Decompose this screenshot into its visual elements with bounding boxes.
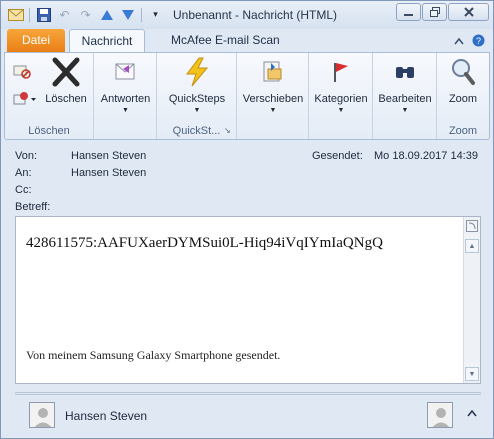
dialog-launcher-icon[interactable]: ↘ <box>224 127 233 136</box>
cleanup-icon[interactable] <box>13 91 37 110</box>
scroll-up-button[interactable]: ▲ <box>465 239 479 253</box>
message-window: ↶ ↷ ▾ Unbenannt - Nachricht (HTML) Datei… <box>0 0 494 439</box>
editing-button[interactable]: Bearbeiten ▼ <box>374 56 436 114</box>
quick-access-toolbar: ↶ ↷ ▾ <box>7 6 164 23</box>
group-delete: Löschen Löschen <box>5 53 94 139</box>
vertical-scrollbar[interactable]: ▲ ▼ <box>463 217 480 383</box>
delete-label: Löschen <box>45 93 87 105</box>
down-arrow-icon[interactable] <box>119 6 136 23</box>
avatar[interactable] <box>29 402 55 428</box>
reply-label: Antworten <box>100 93 151 105</box>
group-quicksteps: QuickSteps ▼ QuickSt... ↘ <box>157 53 237 139</box>
customize-icon[interactable]: ▾ <box>147 6 164 23</box>
from-value[interactable]: Hansen Steven <box>71 150 146 162</box>
zoom-label: Zoom <box>448 93 478 105</box>
editing-dropdown-icon: ▼ <box>401 107 409 114</box>
body-signature: Von meinem Samsung Galaxy Smartphone ges… <box>26 348 281 362</box>
body-text: 428611575:AAFUXaerDYMSui0L-Hiq94iVqIYmIa… <box>26 235 383 251</box>
expand-people-pane-icon[interactable] <box>467 409 477 420</box>
binoculars-icon <box>389 56 421 88</box>
qat-separator <box>141 7 142 22</box>
delete-button[interactable]: Löschen <box>43 56 89 105</box>
minimize-button[interactable] <box>396 3 421 21</box>
delete-x-icon <box>50 56 82 88</box>
collapse-ribbon-icon[interactable] <box>454 34 464 50</box>
zoom-button[interactable]: Zoom <box>441 56 485 105</box>
reply-button[interactable]: Antworten ▼ <box>96 56 155 114</box>
quicksteps-button[interactable]: QuickSteps ▼ <box>163 56 231 114</box>
group-reply: Antworten ▼ <box>94 53 157 139</box>
ribbon-tabs: Datei Nachricht McAfee E-mail Scan ? <box>1 29 493 53</box>
from-label: Von: <box>15 150 38 162</box>
undo-icon[interactable]: ↶ <box>56 6 73 23</box>
tab-mcafee[interactable]: McAfee E-mail Scan <box>159 29 292 53</box>
sent-label: Gesendet: <box>312 150 363 162</box>
group-label-zoom: Zoom <box>448 125 478 137</box>
tab-row-icons: ? <box>454 34 485 50</box>
lightning-icon <box>181 56 213 88</box>
move-button[interactable]: Verschieben ▼ <box>240 56 306 114</box>
avatar-large[interactable] <box>427 402 453 428</box>
tags-dropdown-icon: ▼ <box>337 107 345 114</box>
group-label-delete: Löschen <box>28 125 70 137</box>
reply-icon <box>110 56 142 88</box>
mail-icon[interactable] <box>7 6 24 23</box>
rss-icon[interactable] <box>465 219 479 233</box>
close-button[interactable] <box>448 3 489 21</box>
subject-label: Betreff: <box>15 201 51 213</box>
tags-button[interactable]: Kategorien ▼ <box>311 56 371 114</box>
quicksteps-label: QuickSteps <box>168 93 226 105</box>
tab-message[interactable]: Nachricht <box>69 29 145 53</box>
ignore-icon[interactable] <box>13 63 31 82</box>
move-icon <box>257 56 289 88</box>
group-tags: Kategorien ▼ <box>309 53 373 139</box>
up-arrow-icon[interactable] <box>98 6 115 23</box>
to-label: An: <box>15 167 32 179</box>
flag-icon <box>325 56 357 88</box>
qat-separator <box>29 7 30 22</box>
to-value[interactable]: Hansen Steven <box>71 167 146 179</box>
window-controls <box>396 3 489 21</box>
title-bar: ↶ ↷ ▾ Unbenannt - Nachricht (HTML) <box>1 1 493 29</box>
ribbon: Löschen Löschen Antworten ▼ QuickSteps ▼ <box>4 52 490 140</box>
group-move: Verschieben ▼ <box>237 53 309 139</box>
redo-icon[interactable]: ↷ <box>77 6 94 23</box>
message-body[interactable]: 428611575:AAFUXaerDYMSui0L-Hiq94iVqIYmIa… <box>15 216 481 384</box>
editing-label: Bearbeiten <box>378 93 432 105</box>
window-title: Unbenannt - Nachricht (HTML) <box>173 8 338 22</box>
sent-value: Mo 18.09.2017 14:39 <box>374 150 478 162</box>
save-icon[interactable] <box>35 6 52 23</box>
message-headers: Von: Hansen Steven An: Hansen Steven Cc:… <box>1 141 493 215</box>
cc-label: Cc: <box>15 184 32 196</box>
move-label: Verschieben <box>242 93 304 105</box>
people-pane-name: Hansen Steven <box>65 409 148 423</box>
quicksteps-dropdown-icon: ▼ <box>193 107 201 114</box>
reply-dropdown-icon: ▼ <box>122 107 129 114</box>
restore-button[interactable] <box>422 3 447 21</box>
people-pane: Hansen Steven <box>15 392 481 432</box>
tab-file[interactable]: Datei <box>7 29 65 53</box>
move-dropdown-icon: ▼ <box>269 107 277 114</box>
group-zoom: Zoom Zoom <box>437 53 489 139</box>
tags-label: Kategorien <box>314 93 368 105</box>
scroll-down-button[interactable]: ▼ <box>465 367 479 381</box>
svg-text:?: ? <box>476 36 481 46</box>
group-editing: Bearbeiten ▼ <box>373 53 437 139</box>
magnifier-icon <box>447 56 479 88</box>
help-icon[interactable]: ? <box>472 34 485 50</box>
